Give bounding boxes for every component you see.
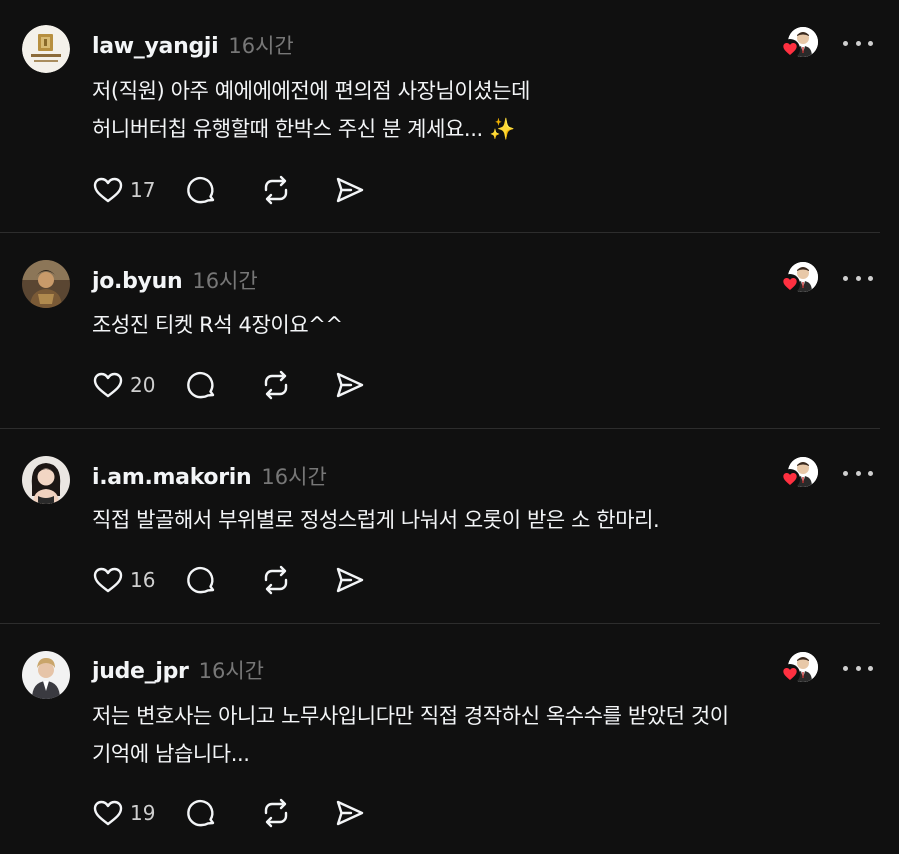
- paper-plane-icon: [336, 567, 364, 593]
- comment-button[interactable]: [186, 797, 218, 829]
- repost-button[interactable]: [260, 174, 292, 206]
- post-header: i.am.makorin 16시간: [92, 461, 327, 491]
- repost-icon: [264, 798, 288, 828]
- repost-icon: [264, 565, 288, 595]
- post-header: jo.byun 16시간: [92, 265, 258, 295]
- post-text: 저는 변호사는 아니고 노무사입니다만 직접 경작하신 옥수수를 받았던 것이 …: [92, 697, 852, 773]
- username[interactable]: jo.byun: [92, 269, 183, 294]
- more-options-button[interactable]: [843, 33, 873, 53]
- heart-filled-icon: [780, 469, 800, 489]
- liked-by-author-badge: [780, 652, 820, 692]
- avatar-i-am-makorin[interactable]: [22, 456, 70, 504]
- speech-bubble-icon: [187, 371, 215, 399]
- comment-button[interactable]: [186, 174, 218, 206]
- like-count: 19: [130, 801, 156, 825]
- post-text-line: 조성진 티켓 R석 4장이요^^: [92, 313, 343, 337]
- comment-button[interactable]: [186, 564, 218, 596]
- username[interactable]: i.am.makorin: [92, 465, 252, 490]
- username[interactable]: law_yangji: [92, 34, 219, 59]
- post-actions: 16: [92, 565, 366, 595]
- repost-button[interactable]: [260, 369, 292, 401]
- post-header: law_yangji 16시간: [92, 30, 294, 60]
- liked-by-author-badge: [780, 262, 820, 302]
- heart-filled-icon: [780, 664, 800, 684]
- avatar-jo-byun[interactable]: [22, 260, 70, 308]
- warrior-figure-avatar: [22, 260, 70, 308]
- more-horizontal-icon: [843, 665, 848, 671]
- paper-plane-icon: [336, 177, 364, 203]
- repost-button[interactable]: [260, 564, 292, 596]
- heart-outline-icon: [93, 177, 123, 203]
- repost-icon: [264, 370, 288, 400]
- like-button[interactable]: 17: [92, 174, 174, 206]
- more-horizontal-icon: [843, 40, 848, 46]
- like-count: 16: [130, 568, 156, 592]
- post-text-line: 저는 변호사는 아니고 노무사입니다만 직접 경작하신 옥수수를 받았던 것이: [92, 704, 729, 728]
- liked-by-author-badge: [780, 457, 820, 497]
- post-divider: [0, 623, 880, 624]
- post-text-line: 저(직원) 아주 예에에에전에 편의점 사장님이셨는데: [92, 79, 531, 103]
- like-button[interactable]: 19: [92, 797, 174, 829]
- heart-outline-icon: [93, 372, 123, 398]
- timestamp: 16시간: [198, 659, 264, 683]
- man-portrait-avatar: [22, 651, 70, 699]
- post-actions: 20: [92, 370, 366, 400]
- post-text: 직접 발골해서 부위별로 정성스럽게 나눠서 오롯이 받은 소 한마리.: [92, 501, 852, 539]
- post-text-line: 직접 발골해서 부위별로 정성스럽게 나눠서 오롯이 받은 소 한마리.: [92, 508, 660, 532]
- like-button[interactable]: 20: [92, 369, 174, 401]
- heart-filled-icon: [780, 274, 800, 294]
- post-text-line: 기억에 남습니다...: [92, 742, 250, 766]
- timestamp: 16시간: [192, 269, 258, 293]
- paper-plane-icon: [336, 800, 364, 826]
- more-horizontal-icon: [843, 470, 848, 476]
- like-count: 17: [130, 178, 156, 202]
- like-button[interactable]: 16: [92, 564, 174, 596]
- law-firm-logo-avatar: [22, 25, 70, 73]
- speech-bubble-icon: [187, 799, 215, 827]
- heart-outline-icon: [93, 567, 123, 593]
- like-count: 20: [130, 373, 156, 397]
- share-button[interactable]: [334, 369, 366, 401]
- share-button[interactable]: [334, 797, 366, 829]
- post-divider: [0, 232, 880, 233]
- post-divider: [0, 428, 880, 429]
- post-header: jude_jpr 16시간: [92, 655, 264, 685]
- speech-bubble-icon: [187, 176, 215, 204]
- paper-plane-icon: [336, 372, 364, 398]
- timestamp: 16시간: [261, 465, 327, 489]
- post-actions: 17: [92, 175, 366, 205]
- speech-bubble-icon: [187, 566, 215, 594]
- woman-portrait-avatar: [22, 456, 70, 504]
- share-button[interactable]: [334, 564, 366, 596]
- heart-filled-icon: [780, 39, 800, 59]
- more-options-button[interactable]: [843, 658, 873, 678]
- more-options-button[interactable]: [843, 268, 873, 288]
- timestamp: 16시간: [228, 34, 294, 58]
- heart-outline-icon: [93, 800, 123, 826]
- repost-icon: [264, 175, 288, 205]
- more-options-button[interactable]: [843, 463, 873, 483]
- repost-button[interactable]: [260, 797, 292, 829]
- liked-by-author-badge: [780, 27, 820, 67]
- post-text: 저(직원) 아주 예에에에전에 편의점 사장님이셨는데 허니버터칩 유행할때 한…: [92, 72, 852, 148]
- avatar-jude-jpr[interactable]: [22, 651, 70, 699]
- post-text: 조성진 티켓 R석 4장이요^^: [92, 306, 852, 344]
- avatar-law-yangji[interactable]: [22, 25, 70, 73]
- comment-button[interactable]: [186, 369, 218, 401]
- post-actions: 19: [92, 798, 366, 828]
- share-button[interactable]: [334, 174, 366, 206]
- username[interactable]: jude_jpr: [92, 659, 189, 684]
- more-horizontal-icon: [843, 275, 848, 281]
- post-text-line: 허니버터칩 유행할때 한박스 주신 분 계세요... ✨: [92, 117, 515, 141]
